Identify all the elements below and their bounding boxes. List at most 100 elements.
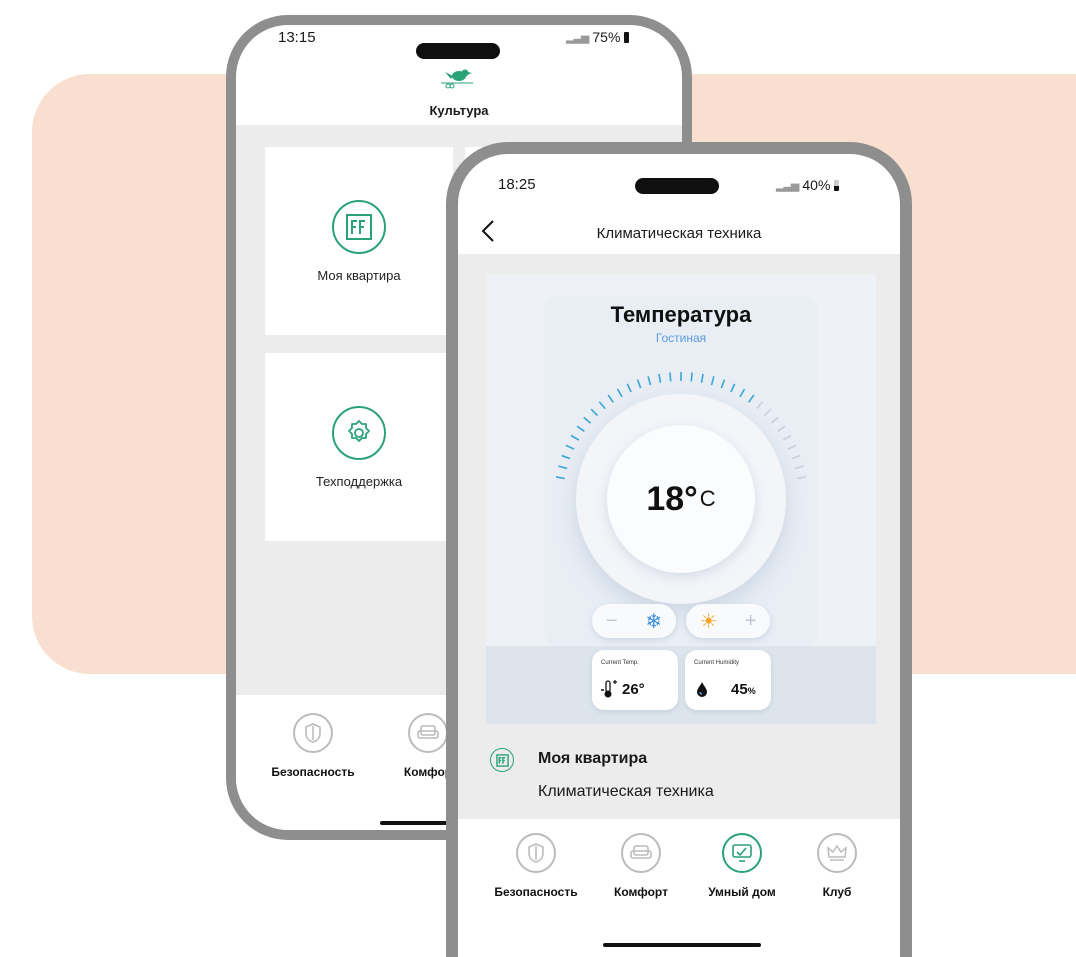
nav-item-label: Безопасность <box>494 885 578 899</box>
device-info: Моя квартира Климатическая техника <box>458 734 900 816</box>
dial-tick <box>748 394 755 403</box>
shield-icon <box>516 833 556 873</box>
app-logo <box>437 67 477 93</box>
decrease-button[interactable]: − <box>606 610 618 633</box>
temperature-unit: C <box>699 486 716 511</box>
gear-support-icon <box>332 405 386 460</box>
dial-tick <box>607 394 614 403</box>
stat-label: Current Temp. <box>601 660 639 666</box>
dial-center: 18° C <box>607 425 755 573</box>
increase-button[interactable]: + <box>745 610 757 633</box>
battery-status: ▂▃▅ 75% <box>566 29 630 45</box>
dial-tick <box>770 416 779 424</box>
dial-tick <box>590 408 599 417</box>
battery-percent: 75% <box>592 29 621 45</box>
temperature-dial[interactable]: 18° C <box>576 394 786 604</box>
nav-item-label: Умный дом <box>708 885 776 899</box>
dial-tick <box>669 372 672 382</box>
dial-tick <box>720 379 726 389</box>
tile-label: Моя квартира <box>317 267 401 283</box>
nav-item-label: Клуб <box>822 885 852 899</box>
dial-tick <box>690 372 693 382</box>
armchair-icon <box>621 833 661 873</box>
status-bar: 13:15 ▂▃▅ 75% <box>236 25 682 65</box>
dial-tick <box>756 401 764 410</box>
shield-icon <box>293 713 333 753</box>
dynamic-island <box>635 178 719 194</box>
bird-logo-icon <box>441 69 473 89</box>
battery-icon <box>624 31 630 43</box>
stat-label: Current Humidity <box>694 660 740 666</box>
dial-tick <box>565 444 575 450</box>
ff-apartment-icon <box>490 748 514 772</box>
current-humidity-value: 45% <box>731 681 756 698</box>
nav-item-label: Безопасность <box>271 765 355 779</box>
nav-item-club[interactable]: Клуб <box>787 833 887 899</box>
water-drop-icon <box>697 682 707 697</box>
tile-label: Техподдержка <box>315 473 403 489</box>
phone-front-screen: 18:25 ▂▃▅ 40% Климатическая техника Темп… <box>458 154 900 957</box>
page-title: Климатическая техника <box>596 225 762 242</box>
dial-tick <box>576 425 585 432</box>
dial-tick <box>782 434 792 441</box>
status-time: 18:25 <box>498 176 536 193</box>
current-temp-value: 26° <box>622 681 645 698</box>
cool-control: − ❄ <box>592 604 676 638</box>
crown-icon <box>817 833 857 873</box>
dial-tick <box>791 454 801 460</box>
dial-tick <box>555 476 565 480</box>
sun-icon[interactable]: ☀ <box>700 609 718 634</box>
heat-control: ☀ + <box>686 604 770 638</box>
dial-tick <box>700 373 704 383</box>
signal-icon: ▂▃▅ <box>776 179 799 192</box>
dial-tick <box>647 376 652 386</box>
snowflake-icon[interactable]: ❄ <box>645 609 662 634</box>
nav-item-security[interactable]: Безопасность <box>486 833 586 899</box>
thermostat-card: Температура Гостиная 18° C − ❄ ☀ + Curre… <box>486 274 876 724</box>
thermometer-icon <box>601 680 617 698</box>
nav-item-smart-home[interactable]: Умный дом <box>692 833 792 899</box>
nav-item-label: Комфор <box>403 765 453 779</box>
tile-my-apartment[interactable]: Моя квартира <box>265 147 453 335</box>
tile-support[interactable]: Техподдержка <box>265 353 453 541</box>
battery-status: ▂▃▅ 40% <box>776 177 840 193</box>
dial-tick <box>598 401 606 410</box>
home-indicator <box>603 943 761 947</box>
status-time: 13:15 <box>278 29 316 46</box>
nav-item-security[interactable]: Безопасность <box>263 713 363 779</box>
dial-tick <box>730 383 736 393</box>
dynamic-island <box>416 43 500 59</box>
dial-tick <box>763 408 772 417</box>
smart-home-monitor-icon <box>722 833 762 873</box>
battery-icon <box>834 179 840 191</box>
dial-tick <box>787 444 797 450</box>
dial-tick <box>658 373 662 383</box>
armchair-icon <box>408 713 448 753</box>
dial-tick <box>616 388 623 398</box>
dial-tick <box>626 383 632 393</box>
temperature-value: 18° <box>646 479 698 518</box>
dial-tick <box>797 476 807 480</box>
dial-tick <box>558 465 568 470</box>
humidity-unit: % <box>747 686 756 696</box>
info-title: Моя квартира <box>538 750 648 767</box>
stats-band <box>486 646 876 724</box>
ff-apartment-icon <box>332 199 386 254</box>
dial-tick <box>739 388 746 398</box>
current-humidity-card: Current Humidity 45% <box>685 650 771 710</box>
humidity-number: 45 <box>731 681 748 698</box>
status-bar: 18:25 ▂▃▅ 40% <box>458 154 900 194</box>
dial-tick <box>777 425 786 432</box>
app-title: Культура <box>429 103 489 118</box>
nav-item-label: Комфорт <box>614 885 668 899</box>
battery-percent: 40% <box>802 177 831 193</box>
phone-front: 18:25 ▂▃▅ 40% Климатическая техника Темп… <box>446 142 912 957</box>
current-temp-card: Current Temp. 26° <box>592 650 678 710</box>
dial-tick <box>794 465 804 470</box>
nav-item-comfort[interactable]: Комфорт <box>591 833 691 899</box>
dial-tick <box>561 454 571 460</box>
bottom-nav: Безопасность Комфорт Умный дом Клуб <box>458 819 900 957</box>
info-subtitle: Климатическая техника <box>538 783 714 800</box>
dial-tick <box>570 434 580 441</box>
signal-icon: ▂▃▅ <box>566 31 589 44</box>
